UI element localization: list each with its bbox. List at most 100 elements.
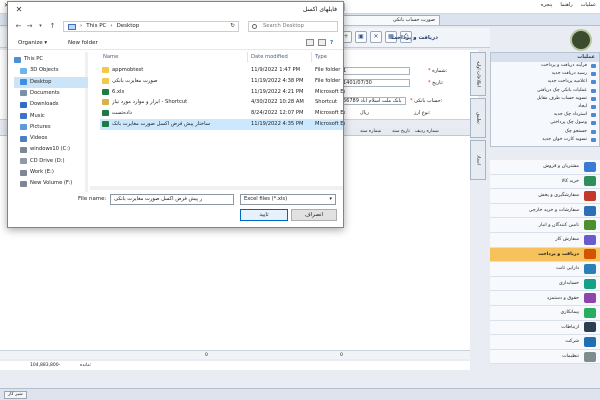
col-doc-number[interactable]: شماره سند — [360, 129, 381, 134]
app-logo-icon — [570, 29, 592, 51]
menu-operations[interactable]: عملیات — [581, 2, 596, 8]
nav-item[interactable]: New Volume (F:) — [14, 178, 88, 189]
column-header-date[interactable]: Date modified — [248, 52, 312, 62]
module-item[interactable]: دارایی ثابت — [490, 262, 600, 277]
module-icon — [584, 205, 596, 216]
module-item[interactable]: پیمانکاری — [490, 305, 600, 321]
module-item[interactable]: خرید کالا — [490, 174, 600, 190]
file-row[interactable]: صورت مغایرت بانکی 11/19/2022 4:38 PM File … — [100, 76, 343, 87]
file-icon — [102, 121, 109, 127]
recent-dropdown-icon[interactable]: ▾ — [36, 22, 45, 31]
operations-item[interactable]: ایجاد — [491, 103, 599, 111]
delete-icon[interactable]: ✕ — [370, 31, 382, 43]
file-type-select[interactable]: Excel files (*.xls) ▾ — [240, 194, 336, 205]
dialog-search-input[interactable]: Search Desktop — [248, 21, 338, 32]
dialog-close-icon[interactable]: ✕ — [8, 2, 30, 18]
operations-item[interactable]: عملیات بانکی چک دریافتی — [491, 87, 599, 95]
module-item[interactable]: حقوق و دستمزد — [490, 291, 600, 306]
preview-pane-icon[interactable] — [318, 39, 326, 46]
back-arrow-icon[interactable]: ← — [14, 22, 23, 31]
dialog-title: فایلهای اکسل — [303, 6, 337, 13]
nav-item[interactable]: windows10 (C:) — [14, 144, 88, 155]
cancel-button[interactable]: انصراف — [291, 209, 337, 221]
column-header-name[interactable]: Name — [100, 52, 248, 62]
nav-item-icon — [20, 135, 27, 142]
module-item[interactable]: حسابداری — [490, 276, 600, 292]
file-row[interactable]: appmobtest 11/9/2022 1:47 PM File folder — [100, 65, 343, 76]
menu-window[interactable]: پنجره — [541, 2, 553, 8]
refresh-icon[interactable]: ↻ — [230, 22, 235, 31]
nav-item[interactable]: Work (E:) — [14, 167, 88, 178]
taskbar-button[interactable]: شیر کار — [4, 391, 27, 399]
folder-icon — [102, 77, 109, 84]
bank-account-input[interactable]: بانک ملت اسلام آباد 56789 — [340, 97, 406, 105]
module-item[interactable]: سفارش کار — [490, 232, 600, 248]
nav-item[interactable]: 3D Objects — [14, 65, 88, 76]
file-row[interactable]: ساختار پیش فرض اکسل صورت مغایرت بانک 11/1… — [100, 119, 345, 130]
nav-item-label: Downloads — [30, 101, 59, 108]
tab-bank-statement[interactable]: صورت حساب بانکی — [330, 15, 440, 25]
file-row[interactable]: داده‌تست 8/24/2022 12:07 PM Microsoft Ex — [100, 108, 345, 119]
nav-item[interactable]: CD Drive (D:) — [14, 156, 88, 167]
operations-item[interactable]: استرداد چک جدید — [491, 111, 599, 119]
module-label: پیمانکاری — [560, 310, 579, 316]
file-row[interactable]: 6.xls 11/19/2022 4:21 PM Microsoft Ex — [100, 87, 345, 98]
operations-item[interactable]: رسید دریافت جدید — [491, 70, 599, 78]
nav-item[interactable]: Pictures — [14, 122, 88, 133]
organize-button[interactable]: Organize ▾ — [18, 40, 47, 46]
file-list-hscrollbar[interactable] — [90, 186, 343, 190]
operations-item[interactable]: فرآیند دریافت و پرداخت — [491, 62, 599, 70]
module-item[interactable]: شرکت — [490, 335, 600, 350]
breadcrumb-this-pc[interactable]: This PC — [86, 22, 106, 31]
nav-item[interactable]: Documents — [14, 88, 88, 99]
column-header-type[interactable]: Type — [312, 52, 343, 62]
module-label: سفارشگیری و پخش — [538, 193, 579, 199]
vtab-documents[interactable]: اسناد — [470, 140, 486, 180]
nav-item[interactable]: Music — [14, 111, 88, 122]
nav-item[interactable]: Videos — [14, 133, 88, 144]
view-options-icon[interactable] — [306, 39, 314, 46]
col-row-number[interactable]: شماره ردیف — [415, 129, 439, 134]
open-button[interactable]: تایید — [240, 209, 288, 221]
new-folder-button[interactable]: New folder — [68, 40, 98, 46]
nav-item[interactable]: This PC — [14, 54, 88, 65]
vtab-reconcile[interactable]: تطبیق — [470, 98, 486, 138]
module-item[interactable]: سفارشات و خرید خارجی — [490, 203, 600, 219]
dialog-nav-row: ← → ▾ ↑ › This PC › Desktop ↻ Search Des… — [8, 18, 343, 34]
file-row[interactable]: ابزار و موارد مورد نیاز - Shortcut 4/30/2… — [100, 97, 343, 108]
nav-item-icon — [20, 180, 27, 187]
breadcrumb-desktop[interactable]: Desktop — [117, 22, 140, 31]
menu-help[interactable]: راهنما — [560, 2, 572, 8]
module-item[interactable]: تامین کنندگان و انبار — [490, 218, 600, 233]
vtab-basic-info[interactable]: اطلاعات اولیه — [470, 52, 486, 96]
nav-item-label: Pictures — [30, 123, 51, 130]
nav-item[interactable]: Downloads — [14, 99, 88, 110]
date-input[interactable]: 1401/07/30 — [340, 79, 410, 87]
col-doc-date[interactable]: تاریخ سند — [392, 129, 410, 134]
dialog-titlebar: ✕ فایلهای اکسل — [8, 2, 343, 18]
operations-item[interactable]: تسویه حساب طرف مقابل — [491, 95, 599, 103]
number-input[interactable]: 1 — [340, 67, 410, 75]
module-label: دریافت و پرداخت — [538, 251, 579, 257]
module-item[interactable]: سفارشگیری و پخش — [490, 189, 600, 204]
up-arrow-icon[interactable]: ↑ — [48, 22, 57, 31]
nav-item[interactable]: Desktop — [14, 76, 88, 88]
module-item[interactable]: ارتباطات — [490, 320, 600, 336]
module-item[interactable]: تنظیمات — [490, 349, 600, 365]
status-row: 104,883,800- مانده: — [0, 361, 470, 370]
module-item[interactable]: مشتریان و فروش — [490, 160, 600, 175]
operations-panel: عملیات فرآیند دریافت و پرداخت رسید دریافت… — [490, 52, 600, 147]
save-icon[interactable]: ▣ — [355, 31, 367, 43]
forward-arrow-icon[interactable]: → — [25, 22, 34, 31]
address-bar[interactable]: › This PC › Desktop ↻ — [63, 21, 239, 32]
operations-item[interactable]: تسویه کارت خوان جدید — [491, 136, 599, 144]
module-icon — [584, 234, 596, 245]
help-icon[interactable]: ? — [330, 40, 333, 46]
operations-item[interactable]: اعلامیه پرداخت جدید — [491, 78, 599, 86]
module-label: سفارش کار — [555, 237, 579, 243]
module-item[interactable]: دریافت و پرداخت — [490, 247, 600, 263]
operations-item[interactable]: جستجو چک — [491, 128, 599, 136]
navigation-pane: This PC 3D Objects Desktop Documents Downloa… — [8, 52, 88, 192]
operations-item[interactable]: وصول چک پرداختی — [491, 119, 599, 127]
file-name-input[interactable]: ر پیش فرض اکسل صورت مغایرت بانکی — [110, 194, 234, 205]
